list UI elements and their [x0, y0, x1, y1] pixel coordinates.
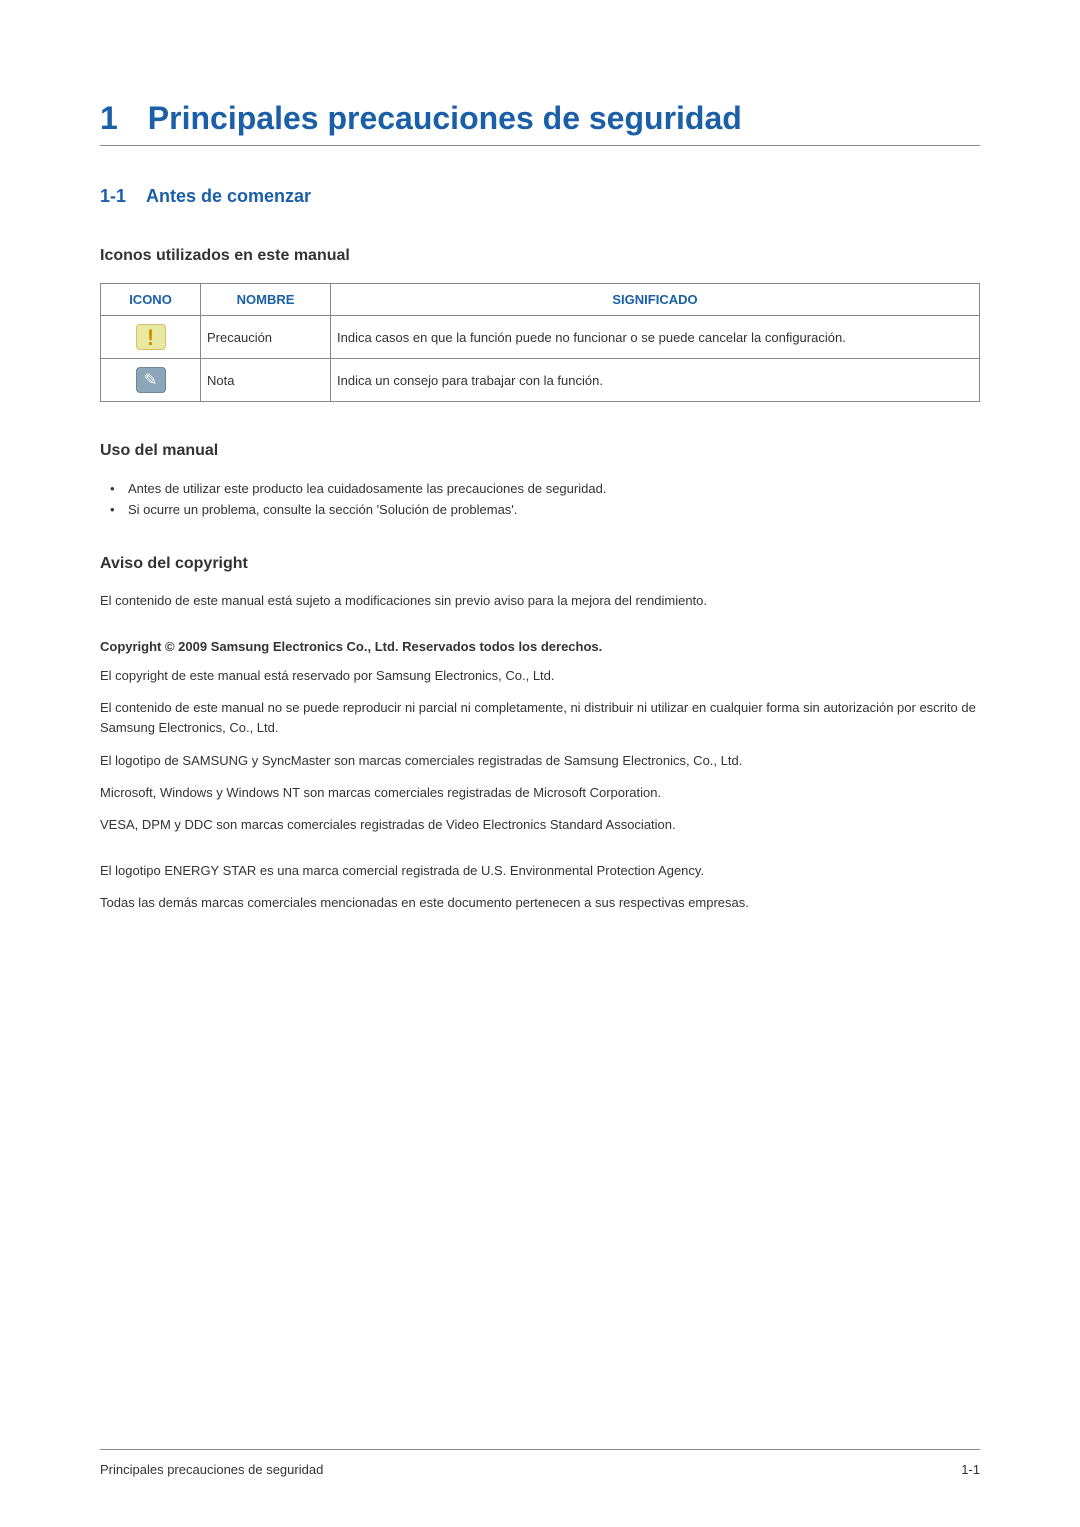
- cell-meaning: Indica un consejo para trabajar con la f…: [331, 359, 980, 402]
- copyright-paragraph: El copyright de este manual está reserva…: [100, 666, 980, 686]
- caution-icon: !: [136, 324, 166, 350]
- th-icon: ICONO: [101, 284, 201, 316]
- cell-icon: !: [101, 316, 201, 359]
- chapter-title: 1 Principales precauciones de seguridad: [100, 100, 980, 137]
- table-row: ✎ Nota Indica un consejo para trabajar c…: [101, 359, 980, 402]
- footer-left: Principales precauciones de seguridad: [100, 1462, 323, 1477]
- copyright-paragraph: Microsoft, Windows y Windows NT son marc…: [100, 783, 980, 803]
- th-meaning: SIGNIFICADO: [331, 284, 980, 316]
- cell-meaning: Indica casos en que la función puede no …: [331, 316, 980, 359]
- chapter-heading: Principales precauciones de seguridad: [148, 100, 742, 137]
- usage-heading: Uso del manual: [100, 442, 980, 460]
- copyright-paragraph: VESA, DPM y DDC son marcas comerciales r…: [100, 815, 980, 835]
- cell-icon: ✎: [101, 359, 201, 402]
- copyright-paragraph: Todas las demás marcas comerciales menci…: [100, 893, 980, 913]
- th-name: NOMBRE: [201, 284, 331, 316]
- copyright-heading: Aviso del copyright: [100, 555, 980, 573]
- cell-name: Nota: [201, 359, 331, 402]
- section-header: 1-1 Antes de comenzar: [100, 186, 980, 207]
- list-item: Si ocurre un problema, consulte la secci…: [110, 499, 980, 520]
- table-row: ! Precaución Indica casos en que la func…: [101, 316, 980, 359]
- copyright-paragraph: El logotipo de SAMSUNG y SyncMaster son …: [100, 751, 980, 771]
- icons-table: ICONO NOMBRE SIGNIFICADO ! Precaución In…: [100, 283, 980, 402]
- list-item: Antes de utilizar este producto lea cuid…: [110, 478, 980, 499]
- copyright-intro: El contenido de este manual está sujeto …: [100, 591, 980, 611]
- divider: [100, 145, 980, 146]
- copyright-line: Copyright © 2009 Samsung Electronics Co.…: [100, 639, 980, 654]
- section-title: Antes de comenzar: [146, 186, 311, 207]
- copyright-paragraph: El contenido de este manual no se puede …: [100, 698, 980, 738]
- footer-right: 1-1: [961, 1462, 980, 1477]
- note-icon: ✎: [136, 367, 166, 393]
- page-content: 1 Principales precauciones de seguridad …: [0, 0, 1080, 913]
- chapter-number: 1: [100, 100, 118, 137]
- cell-name: Precaución: [201, 316, 331, 359]
- usage-list: Antes de utilizar este producto lea cuid…: [100, 478, 980, 520]
- page-footer: Principales precauciones de seguridad 1-…: [100, 1449, 980, 1477]
- section-number: 1-1: [100, 186, 126, 207]
- copyright-paragraph: El logotipo ENERGY STAR es una marca com…: [100, 861, 980, 881]
- icons-heading: Iconos utilizados en este manual: [100, 247, 980, 265]
